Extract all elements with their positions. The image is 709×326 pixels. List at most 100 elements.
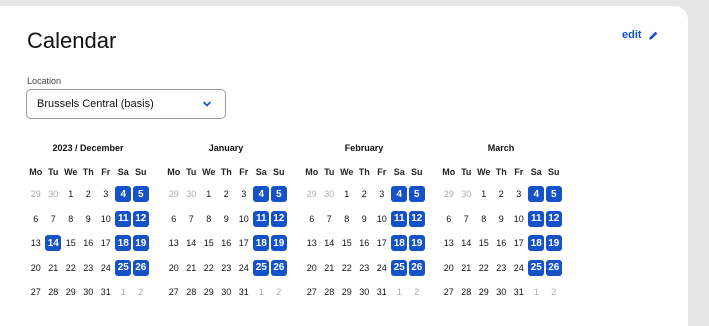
day-cell-outside-month[interactable]: 30 xyxy=(45,182,63,207)
day-cell-highlighted[interactable]: 25 xyxy=(528,256,546,281)
day-cell[interactable]: 22 xyxy=(200,256,218,281)
day-cell-highlighted[interactable]: 4 xyxy=(528,182,546,207)
day-cell-highlighted[interactable]: 5 xyxy=(408,182,426,207)
day-cell-highlighted[interactable]: 12 xyxy=(270,207,288,232)
day-cell[interactable]: 31 xyxy=(97,280,115,305)
day-cell[interactable]: 6 xyxy=(27,207,45,232)
day-cell[interactable]: 31 xyxy=(235,280,253,305)
day-cell[interactable]: 2 xyxy=(80,182,98,207)
day-cell-outside-month[interactable]: 30 xyxy=(183,182,201,207)
day-cell[interactable]: 6 xyxy=(440,207,458,232)
day-cell-highlighted[interactable]: 11 xyxy=(391,207,409,232)
day-cell[interactable]: 16 xyxy=(80,231,98,256)
day-cell-highlighted[interactable]: 19 xyxy=(132,231,150,256)
day-cell-highlighted[interactable]: 25 xyxy=(115,256,133,281)
day-cell[interactable]: 23 xyxy=(356,256,374,281)
day-cell[interactable]: 15 xyxy=(475,231,493,256)
day-cell-outside-month[interactable]: 29 xyxy=(165,182,183,207)
day-cell[interactable]: 17 xyxy=(373,231,391,256)
day-cell[interactable]: 30 xyxy=(493,280,511,305)
day-cell[interactable]: 22 xyxy=(338,256,356,281)
day-cell[interactable]: 27 xyxy=(303,280,321,305)
day-cell[interactable]: 6 xyxy=(303,207,321,232)
day-cell[interactable]: 15 xyxy=(200,231,218,256)
day-cell[interactable]: 20 xyxy=(27,256,45,281)
day-cell-highlighted[interactable]: 5 xyxy=(270,182,288,207)
day-cell-highlighted[interactable]: 14 xyxy=(45,231,63,256)
day-cell[interactable]: 21 xyxy=(458,256,476,281)
day-cell[interactable]: 8 xyxy=(200,207,218,232)
day-cell[interactable]: 28 xyxy=(458,280,476,305)
day-cell[interactable]: 24 xyxy=(235,256,253,281)
day-cell-highlighted[interactable]: 19 xyxy=(270,231,288,256)
day-cell[interactable]: 9 xyxy=(80,207,98,232)
day-cell[interactable]: 7 xyxy=(458,207,476,232)
day-cell[interactable]: 20 xyxy=(165,256,183,281)
day-cell[interactable]: 9 xyxy=(493,207,511,232)
day-cell[interactable]: 20 xyxy=(303,256,321,281)
day-cell-outside-month[interactable]: 2 xyxy=(132,280,150,305)
day-cell-outside-month[interactable]: 1 xyxy=(391,280,409,305)
day-cell[interactable]: 31 xyxy=(510,280,528,305)
day-cell[interactable]: 1 xyxy=(62,182,80,207)
day-cell[interactable]: 15 xyxy=(338,231,356,256)
day-cell-highlighted[interactable]: 11 xyxy=(528,207,546,232)
day-cell-highlighted[interactable]: 11 xyxy=(253,207,271,232)
day-cell[interactable]: 16 xyxy=(218,231,236,256)
day-cell[interactable]: 17 xyxy=(97,231,115,256)
day-cell[interactable]: 28 xyxy=(45,280,63,305)
day-cell[interactable]: 8 xyxy=(338,207,356,232)
day-cell-highlighted[interactable]: 26 xyxy=(270,256,288,281)
day-cell[interactable]: 7 xyxy=(45,207,63,232)
day-cell-outside-month[interactable]: 2 xyxy=(270,280,288,305)
day-cell[interactable]: 9 xyxy=(218,207,236,232)
day-cell[interactable]: 24 xyxy=(373,256,391,281)
day-cell-highlighted[interactable]: 18 xyxy=(115,231,133,256)
day-cell[interactable]: 10 xyxy=(373,207,391,232)
day-cell[interactable]: 2 xyxy=(218,182,236,207)
day-cell-outside-month[interactable]: 1 xyxy=(528,280,546,305)
day-cell-highlighted[interactable]: 4 xyxy=(115,182,133,207)
day-cell-highlighted[interactable]: 4 xyxy=(253,182,271,207)
day-cell[interactable]: 13 xyxy=(165,231,183,256)
day-cell[interactable]: 3 xyxy=(373,182,391,207)
edit-button[interactable]: edit xyxy=(622,29,659,41)
day-cell[interactable]: 29 xyxy=(475,280,493,305)
day-cell-highlighted[interactable]: 25 xyxy=(253,256,271,281)
day-cell[interactable]: 2 xyxy=(356,182,374,207)
day-cell-outside-month[interactable]: 30 xyxy=(321,182,339,207)
day-cell-highlighted[interactable]: 18 xyxy=(528,231,546,256)
day-cell[interactable]: 27 xyxy=(440,280,458,305)
day-cell[interactable]: 17 xyxy=(510,231,528,256)
day-cell-outside-month[interactable]: 2 xyxy=(545,280,563,305)
location-select[interactable]: Brussels Central (basis) xyxy=(26,89,226,119)
day-cell[interactable]: 14 xyxy=(458,231,476,256)
day-cell[interactable]: 13 xyxy=(303,231,321,256)
day-cell[interactable]: 22 xyxy=(475,256,493,281)
day-cell-highlighted[interactable]: 26 xyxy=(408,256,426,281)
day-cell-highlighted[interactable]: 4 xyxy=(391,182,409,207)
day-cell-highlighted[interactable]: 12 xyxy=(545,207,563,232)
day-cell[interactable]: 15 xyxy=(62,231,80,256)
day-cell[interactable]: 30 xyxy=(80,280,98,305)
day-cell-highlighted[interactable]: 18 xyxy=(391,231,409,256)
day-cell[interactable]: 1 xyxy=(475,182,493,207)
day-cell-outside-month[interactable]: 2 xyxy=(408,280,426,305)
day-cell[interactable]: 3 xyxy=(510,182,528,207)
day-cell-highlighted[interactable]: 26 xyxy=(545,256,563,281)
day-cell[interactable]: 10 xyxy=(510,207,528,232)
day-cell-outside-month[interactable]: 29 xyxy=(303,182,321,207)
day-cell[interactable]: 1 xyxy=(338,182,356,207)
day-cell[interactable]: 24 xyxy=(510,256,528,281)
day-cell[interactable]: 7 xyxy=(183,207,201,232)
day-cell[interactable]: 2 xyxy=(493,182,511,207)
day-cell-highlighted[interactable]: 18 xyxy=(253,231,271,256)
day-cell[interactable]: 14 xyxy=(321,231,339,256)
day-cell[interactable]: 22 xyxy=(62,256,80,281)
day-cell[interactable]: 23 xyxy=(218,256,236,281)
day-cell[interactable]: 29 xyxy=(338,280,356,305)
day-cell[interactable]: 16 xyxy=(356,231,374,256)
day-cell-highlighted[interactable]: 19 xyxy=(545,231,563,256)
day-cell[interactable]: 28 xyxy=(321,280,339,305)
day-cell-outside-month[interactable]: 29 xyxy=(440,182,458,207)
